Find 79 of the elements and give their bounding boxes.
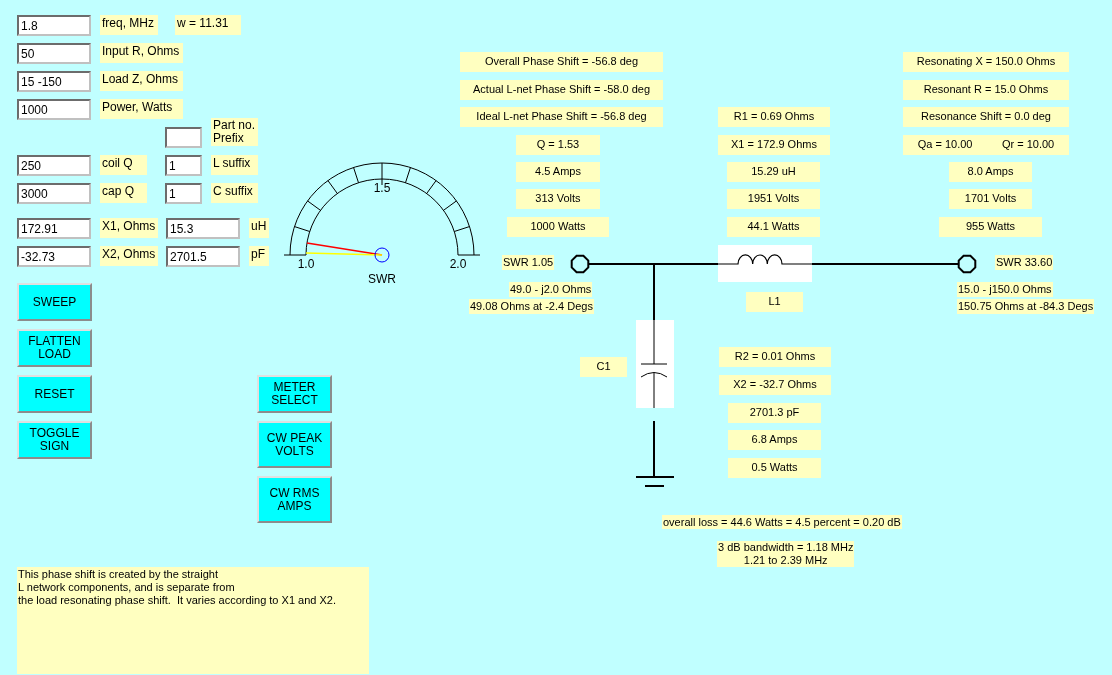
field-label: Power, Watts (100, 99, 183, 119)
input-field[interactable]: 15 -150 (17, 71, 91, 92)
wire-line (653, 420, 655, 477)
unit-label: pF (249, 246, 269, 266)
unit-label: uH (249, 218, 269, 238)
impedance-label: 49.0 - j2.0 Ohms (509, 282, 593, 297)
readout-label: Overall Phase Shift = -56.8 deg (460, 52, 663, 72)
field-label: Load Z, Ohms (100, 71, 183, 91)
impedance-label: 150.75 Ohms at -84.3 Degs (957, 299, 1095, 314)
readout-label: Qr = 10.00 (1001, 137, 1055, 152)
field-label: cap Q (100, 183, 147, 203)
field-label: freq, MHz (100, 15, 158, 35)
readout-label: X1 = 172.9 Ohms (718, 135, 830, 155)
input-field[interactable]: 1.8 (17, 15, 91, 36)
input-field[interactable]: 1 (165, 155, 202, 176)
readout-label: 0.5 Watts (728, 458, 821, 478)
terminal-icon (570, 254, 590, 274)
impedance-label: 49.08 Ohms at -2.4 Degs (469, 299, 594, 314)
readout-label: Qa = 10.00 (917, 137, 973, 152)
readout-label: R1 = 0.69 Ohms (718, 107, 830, 127)
field-label: X1, Ohms (100, 218, 158, 238)
input-field[interactable]: 50 (17, 43, 91, 64)
swr-label: SWR 1.05 (502, 255, 555, 270)
readout-label: 6.8 Amps (728, 430, 821, 450)
action-button[interactable]: TOGGLE SIGN (17, 421, 92, 459)
input-field[interactable]: 250 (17, 155, 91, 176)
action-button[interactable]: SWEEP (17, 283, 92, 321)
ground-symbol (635, 476, 675, 487)
readout-label: Resonant R = 15.0 Ohms (903, 80, 1069, 100)
input-field[interactable]: 172.91 (17, 218, 91, 239)
readout-label: 44.1 Watts (727, 217, 820, 237)
field-label: C suffix (211, 183, 258, 203)
loss-summary: overall loss = 44.6 Watts = 4.5 percent = 0.20 dB (662, 515, 902, 529)
field-label: L suffix (211, 155, 258, 175)
input-field[interactable]: 1000 (17, 99, 91, 120)
field-label: X2, Ohms (100, 246, 158, 266)
readout-label: 955 Watts (939, 217, 1042, 237)
readout-label: Q = 1.53 (516, 135, 600, 155)
input-field[interactable]: 15.3 (166, 218, 240, 239)
bandwidth-summary: 3 dB bandwidth = 1.18 MHz 1.21 to 2.39 MHz (717, 541, 855, 567)
action-button[interactable]: RESET (17, 375, 92, 413)
component-label: C1 (580, 357, 627, 377)
meter-caption: SWR (368, 272, 396, 286)
needle-pivot (374, 247, 390, 263)
help-text: This phase shift is created by the straight L network components, and is separate from the load resonating phase shift. It varies according to X1 and X2. (17, 567, 369, 674)
input-field[interactable]: 1 (165, 183, 202, 204)
meter-button[interactable]: METER SELECT (257, 375, 332, 413)
readout-label: R2 = 0.01 Ohms (719, 347, 831, 367)
readout-label: 2701.3 pF (728, 403, 821, 423)
readout-label: 1701 Volts (949, 189, 1032, 209)
readout-label: 313 Volts (516, 189, 600, 209)
input-field[interactable]: 3000 (17, 183, 91, 204)
readout-label: 15.29 uH (727, 162, 820, 182)
field-label: Part no. Prefix (211, 118, 258, 146)
input-field[interactable] (165, 127, 202, 148)
readout-label: 1951 Volts (727, 189, 820, 209)
readout-label: 4.5 Amps (516, 162, 600, 182)
readout-label: X2 = -32.7 Ohms (719, 375, 831, 395)
readout-label: 1000 Watts (507, 217, 609, 237)
meter-button[interactable]: CW RMS AMPS (257, 476, 332, 523)
action-button[interactable]: FLATTEN LOAD (17, 329, 92, 367)
field-label: coil Q (100, 155, 147, 175)
component-label: L1 (746, 292, 803, 312)
impedance-label: 15.0 - j150.0 Ohms (957, 282, 1053, 297)
readout-label: Actual L-net Phase Shift = -58.0 deg (460, 80, 663, 100)
scale-label: 2.0 (449, 257, 467, 271)
readout-label: Ideal L-net Phase Shift = -56.8 deg (460, 107, 663, 127)
scale-label: 1.5 (373, 181, 391, 195)
readout-label: Resonating X = 150.0 Ohms (903, 52, 1069, 72)
result-label: w = 11.31 (175, 15, 241, 35)
scale-label: 1.0 (297, 257, 315, 271)
meter-button[interactable]: CW PEAK VOLTS (257, 421, 332, 468)
readout-label: Resonance Shift = 0.0 deg (903, 107, 1069, 127)
input-field[interactable]: 2701.5 (166, 246, 240, 267)
terminal-icon (957, 254, 977, 274)
readout-label: 8.0 Amps (949, 162, 1032, 182)
field-label: Input R, Ohms (100, 43, 183, 63)
swr-label: SWR 33.60 (995, 255, 1054, 270)
input-field[interactable]: -32.73 (17, 246, 91, 267)
